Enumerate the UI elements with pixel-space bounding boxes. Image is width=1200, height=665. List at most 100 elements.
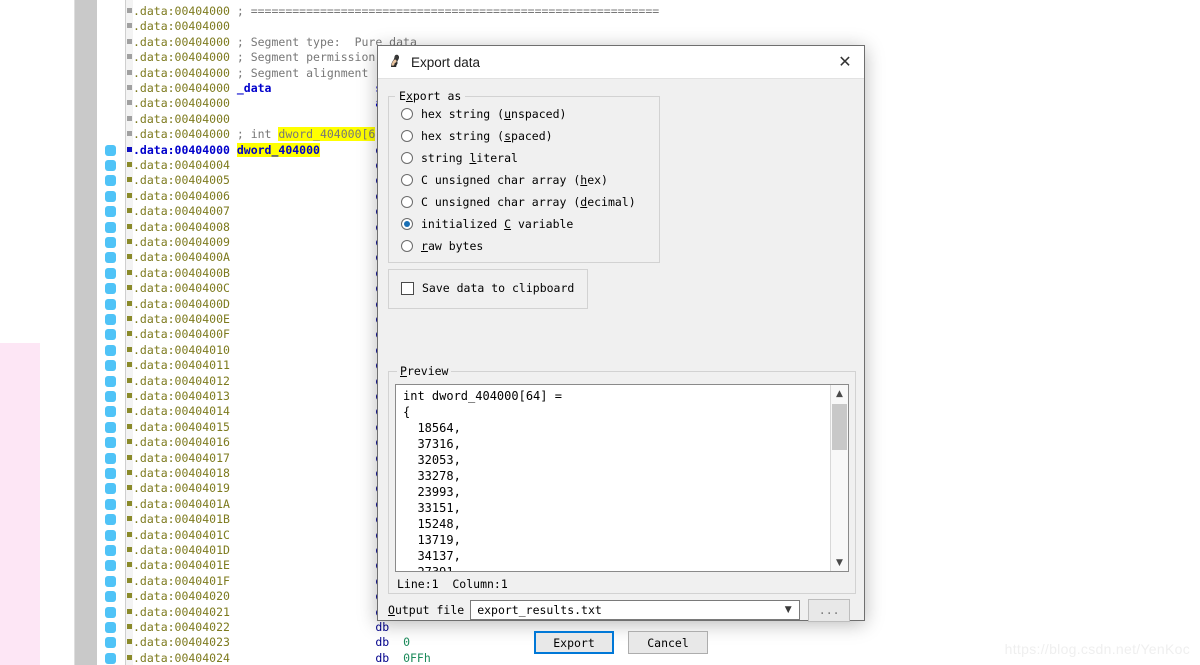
export-format-option-4[interactable]: C unsigned char array (decimal) [389, 191, 659, 213]
clipboard-group: Save data to clipboard [388, 269, 588, 309]
line-marker-dot-icon [105, 298, 116, 310]
margin-address-fragment: 00 [0, 189, 40, 204]
line-marker-dot-icon [105, 637, 116, 649]
radio-icon[interactable] [401, 130, 413, 142]
navigator-mark [127, 316, 132, 321]
browse-button[interactable]: ... [808, 598, 851, 622]
export-button[interactable]: Export [534, 631, 614, 654]
dialog-title-bar[interactable]: Export data ✕ [378, 46, 864, 79]
margin-address-fragment: 00 [0, 327, 40, 342]
navigator-mark [127, 331, 132, 337]
export-format-option-5[interactable]: initialized C variable [389, 213, 659, 235]
line-marker-dot-icon [105, 221, 116, 233]
navigator-mark [127, 500, 132, 506]
margin-address-fragment: 00 [0, 404, 40, 420]
radio-icon[interactable] [401, 108, 413, 120]
line-marker-dot-icon [105, 206, 116, 218]
margin-address-fragment: 00 [0, 50, 40, 65]
ida-line-marker-dots [105, 0, 127, 665]
save-to-clipboard-row[interactable]: Save data to clipboard [389, 270, 587, 306]
margin-address-fragment: 00 [0, 450, 40, 466]
navigator-mark [127, 408, 132, 414]
export-format-option-label: C unsigned char array (hex) [421, 173, 608, 187]
margin-address-fragment: 00 [0, 143, 40, 158]
navigator-mark [127, 69, 132, 75]
margin-address-fragment: 00 [0, 312, 40, 327]
radio-icon[interactable] [401, 196, 413, 208]
save-to-clipboard-checkbox[interactable] [401, 281, 414, 295]
line-marker-dot-icon [105, 314, 116, 325]
margin-address-fragment: 00 [0, 558, 40, 574]
navigator-mark [127, 54, 132, 60]
preview-content: int dword_404000[64] = { 18564, 37316, 3… [403, 389, 562, 571]
navigator-mark [127, 346, 132, 352]
margin-address-fragment: 00 [0, 342, 40, 359]
margin-address-fragment: 00 [0, 19, 40, 34]
export-format-option-6[interactable]: raw bytes [389, 235, 659, 257]
export-format-option-label: hex string (unspaced) [421, 107, 567, 121]
navigator-mark [127, 608, 132, 614]
ida-pro-icon [386, 53, 404, 71]
radio-icon[interactable] [401, 174, 413, 186]
preview-scrollbar[interactable]: ▲ ▼ [830, 385, 848, 571]
scroll-up-icon[interactable]: ▲ [831, 385, 848, 402]
preview-text-area[interactable]: int dword_404000[64] = { 18564, 37316, 3… [395, 384, 849, 572]
margin-address-fragment: 00 [0, 173, 40, 188]
navigator-mark [127, 146, 132, 152]
scroll-down-icon[interactable]: ▼ [831, 554, 848, 571]
margin-address-fragment: 00 [0, 573, 40, 590]
disassembly-line[interactable]: .data:00404000 [133, 19, 893, 34]
close-icon[interactable]: ✕ [830, 49, 860, 75]
navigator-mark [127, 192, 132, 198]
line-marker-dot-icon [105, 252, 116, 264]
watermark-text: https://blog.csdn.net/YenKoc [1004, 641, 1190, 657]
margin-address-fragment: 00 [0, 81, 40, 96]
ida-vertical-scroll-column[interactable] [74, 0, 98, 665]
navigator-mark [127, 423, 132, 429]
navigator-mark [127, 115, 132, 121]
export-as-legend: Export as [399, 89, 462, 103]
margin-address-fragment: 00 [0, 220, 40, 235]
line-marker-dot-icon [105, 560, 116, 572]
navigator-mark [127, 593, 132, 599]
line-marker-dot-icon [105, 267, 116, 279]
disassembly-line[interactable]: .data:00404000 ; =======================… [133, 4, 893, 19]
save-to-clipboard-label: Save data to clipboard [422, 281, 575, 295]
output-file-combobox[interactable]: export_results.txt ▼ [470, 600, 801, 620]
cancel-button[interactable]: Cancel [628, 631, 708, 654]
export-format-option-2[interactable]: string literal [389, 147, 659, 169]
navigator-mark [127, 547, 132, 552]
margin-address-fragment: 00 [0, 127, 40, 142]
line-marker-dot-icon [105, 237, 116, 248]
navigator-mark [127, 362, 132, 368]
chevron-down-icon[interactable]: ▼ [777, 605, 799, 615]
margin-address-fragment: 00 [0, 373, 40, 389]
export-format-option-3[interactable]: C unsigned char array (hex) [389, 169, 659, 191]
margin-address-fragment: 00 [0, 543, 40, 559]
margin-address-fragment: 00 [0, 604, 40, 620]
export-format-radio-list[interactable]: hex string (unspaced) hex string (spaced)… [389, 103, 659, 257]
margin-address-fragment: 00 [0, 266, 40, 281]
margin-address-fragment: 00 [0, 496, 40, 513]
radio-icon[interactable] [401, 218, 413, 230]
export-format-option-label: C unsigned char array (decimal) [421, 195, 636, 209]
navigator-mark [127, 439, 132, 445]
export-data-dialog: Export data ✕ Export as hex string (unsp… [377, 45, 865, 654]
line-marker-dot-icon [105, 344, 116, 356]
export-format-option-0[interactable]: hex string (unspaced) [389, 103, 659, 125]
navigator-mark [127, 624, 132, 629]
radio-icon[interactable] [401, 152, 413, 164]
navigator-mark [127, 562, 132, 568]
line-marker-dot-icon [105, 329, 116, 341]
scrollbar-thumb[interactable] [832, 404, 847, 450]
navigator-mark [127, 177, 132, 183]
line-marker-dot-icon [105, 190, 116, 202]
radio-icon[interactable] [401, 240, 413, 252]
line-marker-dot-icon [105, 452, 116, 464]
navigator-mark [127, 254, 132, 260]
navigator-mark [127, 454, 132, 460]
output-file-row: Output file export_results.txt ▼ ... [388, 598, 854, 622]
margin-address-fragment: 00 [0, 297, 40, 312]
line-marker-dot-icon [105, 529, 116, 541]
export-format-option-1[interactable]: hex string (spaced) [389, 125, 659, 147]
